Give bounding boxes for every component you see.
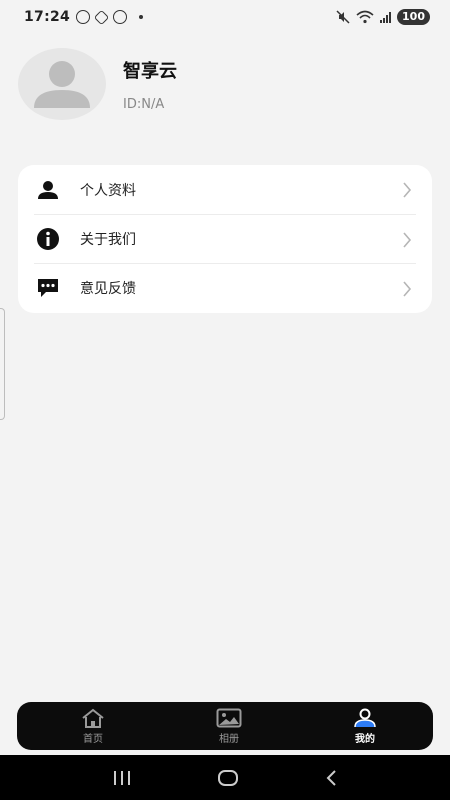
chevron-right-icon (403, 182, 412, 198)
notification-icon (76, 10, 91, 24)
menu-item-profile[interactable]: 个人资料 (18, 165, 432, 214)
person-icon (36, 178, 60, 202)
tab-label: 我的 (355, 733, 375, 745)
tab-label: 相册 (219, 733, 239, 745)
battery-indicator: 100 (397, 9, 430, 25)
tab-home[interactable]: 首页 (73, 708, 113, 745)
system-nav-bar (0, 755, 450, 800)
notification-icon (113, 10, 128, 24)
menu-item-about[interactable]: 关于我们 (34, 214, 416, 263)
recent-apps-icon[interactable] (112, 770, 132, 786)
status-left: 17:24 (24, 9, 144, 25)
menu-item-label: 意见反馈 (80, 281, 136, 297)
chevron-right-icon (403, 281, 412, 297)
side-panel-handle[interactable] (0, 308, 5, 420)
status-right: 100 (336, 9, 430, 25)
user-name: 智享云 (123, 60, 177, 82)
notification-icon (93, 9, 110, 25)
signal-icon (380, 11, 392, 23)
home-icon (82, 708, 104, 728)
bottom-tab-bar: 首页 相册 我的 (17, 702, 433, 750)
user-id: ID:N/A (123, 96, 165, 112)
chevron-right-icon (403, 232, 412, 248)
settings-menu: 个人资料 关于我们 意见反馈 (18, 165, 432, 313)
profile-info: 智享云 ID:N/A (123, 57, 177, 112)
feedback-icon (36, 276, 60, 300)
status-time: 17:24 (24, 9, 71, 25)
status-bar: 17:24 100 (0, 0, 450, 34)
wifi-icon (356, 10, 374, 24)
profile-icon (354, 708, 376, 727)
album-icon (216, 708, 242, 727)
tab-album[interactable]: 相册 (209, 708, 249, 745)
tab-label: 首页 (83, 733, 103, 745)
profile-header[interactable]: 智享云 ID:N/A (18, 48, 177, 120)
menu-item-label: 关于我们 (80, 232, 136, 248)
menu-item-label: 个人资料 (80, 182, 136, 199)
back-icon[interactable] (324, 769, 338, 787)
home-button-icon[interactable] (217, 769, 239, 787)
more-notifications-icon (139, 15, 144, 19)
info-icon (36, 227, 60, 251)
menu-item-feedback[interactable]: 意见反馈 (34, 263, 416, 312)
avatar-placeholder-icon (34, 61, 90, 108)
avatar[interactable] (18, 48, 106, 120)
mute-icon (336, 10, 350, 24)
tab-profile[interactable]: 我的 (345, 708, 385, 745)
